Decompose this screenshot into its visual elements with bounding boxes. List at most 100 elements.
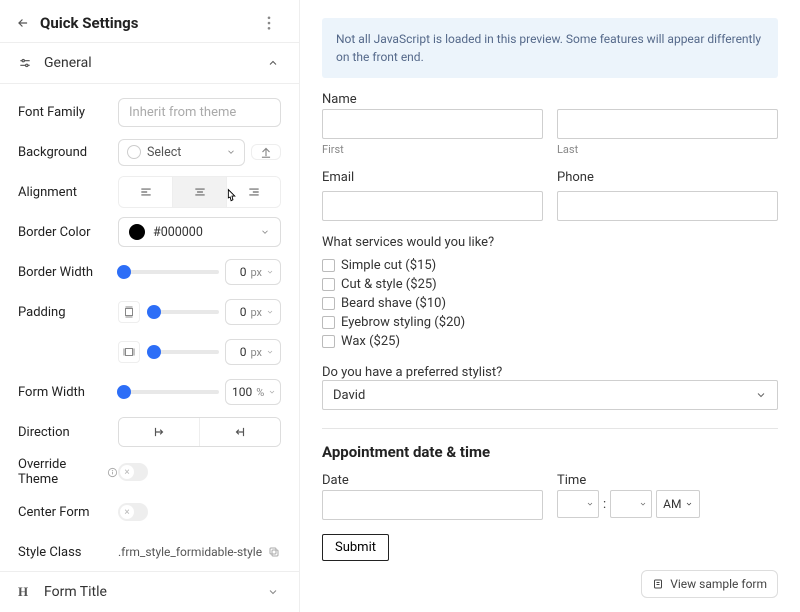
divider xyxy=(322,428,778,429)
service-option[interactable]: Beard shave ($10) xyxy=(322,294,778,313)
label-center: Center Form xyxy=(18,505,118,520)
chevron-down-icon xyxy=(267,586,281,598)
color-swatch-icon xyxy=(129,224,145,240)
stylist-select[interactable]: David xyxy=(322,380,778,410)
phone-label: Phone xyxy=(557,170,778,185)
alignment-group xyxy=(118,176,281,208)
padding-horizontal-icon xyxy=(118,341,140,363)
center-form-toggle[interactable] xyxy=(118,503,148,521)
label-override: Override Theme xyxy=(18,457,118,487)
label-form-width: Form Width xyxy=(18,385,118,400)
service-option[interactable]: Cut & style ($25) xyxy=(322,275,778,294)
row-padding-v: Padding 0 px xyxy=(18,292,281,332)
row-border-color: Border Color #000000 xyxy=(18,212,281,252)
name-section: Name First Last xyxy=(322,92,778,156)
more-menu-icon[interactable] xyxy=(267,16,283,30)
service-option[interactable]: Wax ($25) xyxy=(322,332,778,351)
heading-icon: H xyxy=(18,584,32,600)
submit-button[interactable]: Submit xyxy=(322,534,389,561)
padding-v-slider[interactable] xyxy=(148,310,219,314)
row-form-width: Form Width 100 % xyxy=(18,372,281,412)
align-center-button[interactable] xyxy=(172,177,226,207)
preview-warning-banner: Not all JavaScript is loaded in this pre… xyxy=(322,18,778,78)
row-font-family: Font Family xyxy=(18,92,281,132)
upload-background-button[interactable] xyxy=(251,144,281,160)
copy-icon[interactable] xyxy=(268,546,280,558)
first-name-hint: First xyxy=(322,143,543,156)
chevron-down-icon xyxy=(226,147,236,157)
services-question: What services would you like? xyxy=(322,235,778,250)
row-border-width: Border Width 0 px xyxy=(18,252,281,292)
chevron-down-icon xyxy=(260,227,270,237)
align-left-button[interactable] xyxy=(119,177,172,207)
label-border-width: Border Width xyxy=(18,265,118,280)
section-form-title-header[interactable]: H Form Title xyxy=(0,571,299,612)
row-direction: Direction xyxy=(18,412,281,452)
section-form-title-label: Form Title xyxy=(44,584,255,600)
row-style-class: Style Class .frm_style_formidable-style xyxy=(18,532,281,571)
checkbox-icon xyxy=(322,278,335,291)
time-minute-select[interactable] xyxy=(610,490,652,518)
padding-h-value[interactable]: 0 px xyxy=(225,339,281,365)
row-padding-h: 0 px xyxy=(18,332,281,372)
time-colon: : xyxy=(603,497,606,512)
sliders-icon xyxy=(18,56,32,70)
section-general-title: General xyxy=(44,55,255,71)
row-background: Background Select xyxy=(18,132,281,172)
padding-vertical-icon xyxy=(118,301,140,323)
time-hour-select[interactable] xyxy=(557,490,599,518)
settings-body: Font Family Background Select Alignment xyxy=(0,84,299,571)
phone-input[interactable] xyxy=(557,191,778,221)
last-name-input[interactable] xyxy=(557,109,778,139)
last-name-hint: Last xyxy=(557,143,778,156)
padding-h-slider[interactable] xyxy=(148,350,219,354)
chevron-down-icon xyxy=(755,389,767,401)
label-style-class: Style Class xyxy=(18,545,118,560)
date-input[interactable] xyxy=(322,490,543,520)
checkbox-icon xyxy=(322,259,335,272)
view-sample-form-button[interactable]: View sample form xyxy=(641,570,778,598)
padding-v-value[interactable]: 0 px xyxy=(225,299,281,325)
service-option[interactable]: Simple cut ($15) xyxy=(322,256,778,275)
stylist-question: Do you have a preferred stylist? xyxy=(322,365,778,380)
border-width-value[interactable]: 0 px xyxy=(225,259,281,285)
style-class-value: .frm_style_formidable-style xyxy=(118,545,262,559)
info-icon[interactable] xyxy=(107,467,118,478)
form-width-slider[interactable] xyxy=(118,390,219,394)
email-label: Email xyxy=(322,170,543,185)
back-arrow-icon[interactable] xyxy=(16,16,30,30)
checkbox-icon xyxy=(322,297,335,310)
chevron-up-icon xyxy=(267,57,281,69)
font-family-input[interactable] xyxy=(118,98,281,127)
stylist-section: Do you have a preferred stylist? David xyxy=(322,365,778,410)
border-color-picker[interactable]: #000000 xyxy=(118,217,281,247)
quick-settings-sidebar: Quick Settings General Font Family Backg… xyxy=(0,0,300,612)
time-ampm-select[interactable]: AM xyxy=(656,490,700,518)
date-label: Date xyxy=(322,473,543,488)
checkbox-icon xyxy=(322,316,335,329)
sidebar-title: Quick Settings xyxy=(40,14,257,32)
first-name-input[interactable] xyxy=(322,109,543,139)
appointment-heading: Appointment date & time xyxy=(322,443,778,461)
label-border-color: Border Color xyxy=(18,225,118,240)
direction-rtl-button[interactable] xyxy=(199,418,280,446)
border-width-slider[interactable] xyxy=(118,270,219,274)
section-general-header[interactable]: General xyxy=(0,42,299,84)
align-right-button[interactable] xyxy=(226,177,280,207)
checkbox-icon xyxy=(322,335,335,348)
sidebar-header: Quick Settings xyxy=(0,0,299,42)
label-alignment: Alignment xyxy=(18,185,118,200)
form-width-value[interactable]: 100 % xyxy=(225,379,281,405)
name-label: Name xyxy=(322,92,778,107)
direction-ltr-button[interactable] xyxy=(119,418,199,446)
service-option[interactable]: Eyebrow styling ($20) xyxy=(322,313,778,332)
time-label: Time xyxy=(557,473,778,488)
override-theme-toggle[interactable] xyxy=(118,463,148,481)
background-select[interactable]: Select xyxy=(118,139,245,166)
form-icon xyxy=(652,578,664,590)
label-background: Background xyxy=(18,145,118,160)
label-font-family: Font Family xyxy=(18,105,118,120)
email-input[interactable] xyxy=(322,191,543,221)
form-preview: Not all JavaScript is loaded in this pre… xyxy=(300,0,800,612)
row-alignment: Alignment xyxy=(18,172,281,212)
